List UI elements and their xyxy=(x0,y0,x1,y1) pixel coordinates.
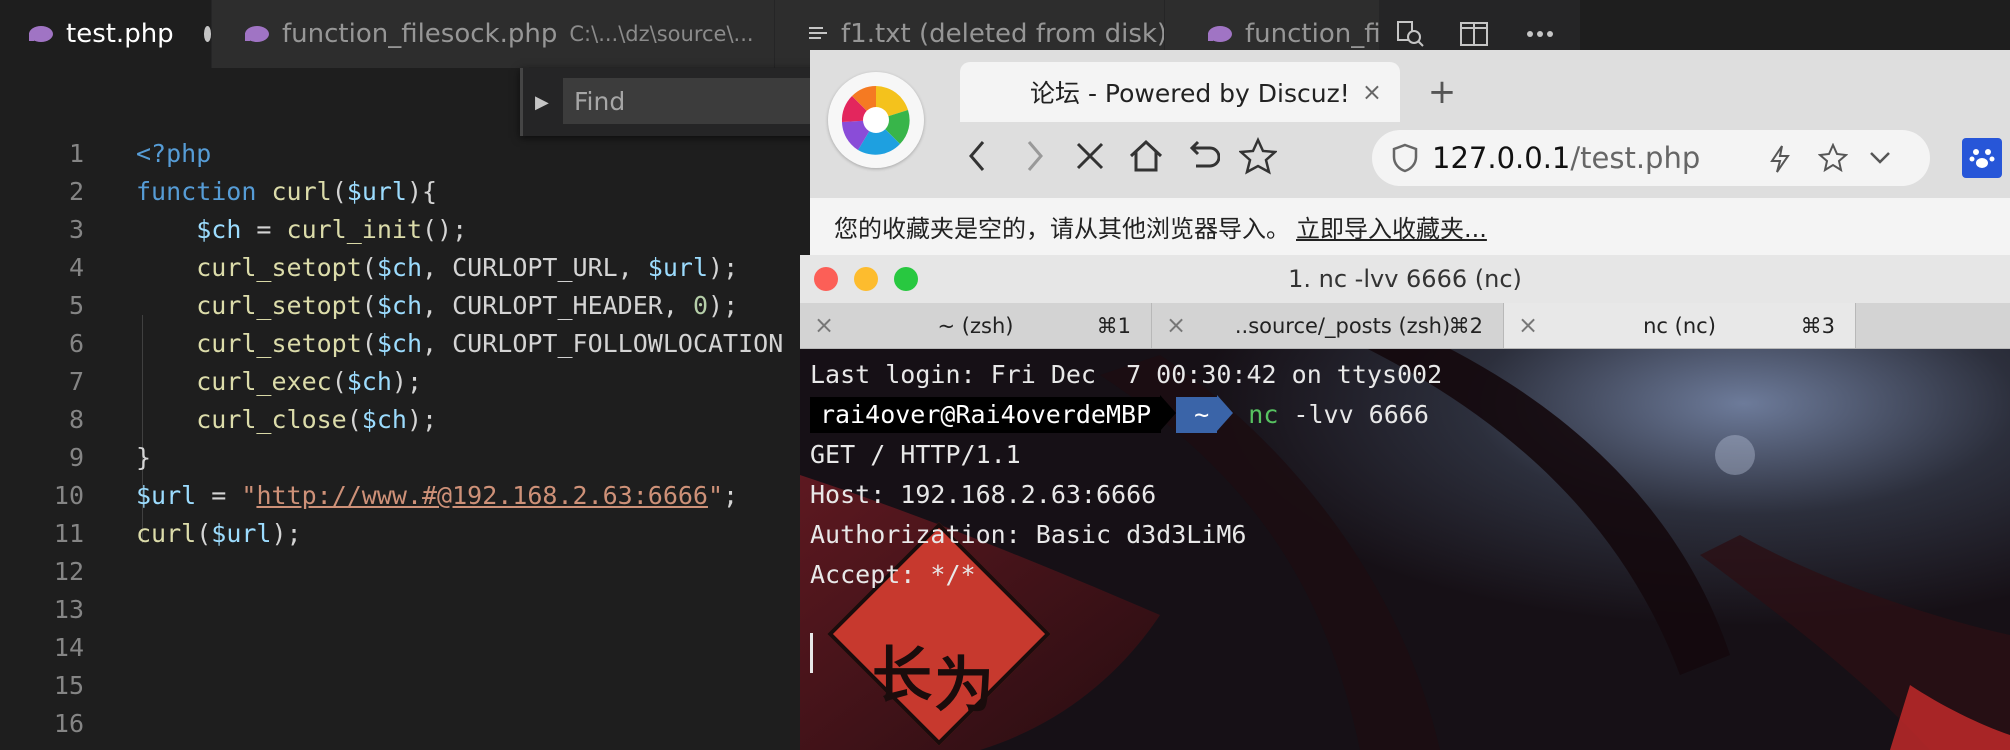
star-icon xyxy=(1239,137,1277,175)
close-tab-icon[interactable]: × xyxy=(1362,78,1382,106)
code-line-12: 12 xyxy=(53,557,84,586)
terminal-tab-nc[interactable]: × nc (nc) ⌘3 xyxy=(1504,303,1856,348)
prompt-separator-icon xyxy=(1160,395,1177,431)
browser-window: 论坛 - Powered by Discuz! × + 127.0.0.1/te… xyxy=(810,50,2010,255)
command-name: nc xyxy=(1248,400,1279,429)
chevron-down-icon[interactable] xyxy=(1868,148,1892,168)
stop-button[interactable] xyxy=(1066,132,1114,180)
code-editor[interactable]: 1 <?php 2 function curl($url){ 3 $ch = cur… xyxy=(0,135,810,750)
bookmark-bar: 您的收藏夹是空的，请从其他浏览器导入。 立即导入收藏夹... xyxy=(810,198,2010,255)
prompt-user-segment: rai4over@Rai4overdeMBP xyxy=(810,397,1162,433)
code-line-1: 1 <?php xyxy=(68,139,212,168)
terminal-prompt-line: rai4over@Rai4overdeMBP ~ nc -lvv 6666 xyxy=(810,395,2000,435)
browser-logo-icon[interactable] xyxy=(828,72,924,168)
address-bar[interactable]: 127.0.0.1/test.php xyxy=(1372,130,1930,186)
forward-button[interactable] xyxy=(1010,132,1058,180)
php-elephant-icon xyxy=(245,26,269,42)
code-line-7: 7 curl_exec($ch); xyxy=(68,367,423,396)
code-line-9: 9} xyxy=(68,443,152,472)
empty-bookmarks-message: 您的收藏夹是空的，请从其他浏览器导入。 xyxy=(834,215,1290,243)
undo-close-button[interactable] xyxy=(1178,132,1226,180)
terminal-title: 1. nc -lvv 6666 (nc) xyxy=(1288,265,1522,293)
split-editor-button[interactable] xyxy=(1454,14,1494,54)
unsaved-dot-icon[interactable] xyxy=(203,26,211,42)
open-changes-button[interactable] xyxy=(1390,14,1430,54)
tab-label: test.php xyxy=(66,19,174,49)
favorite-star-button[interactable] xyxy=(1234,132,1282,180)
text-file-icon xyxy=(809,27,827,39)
tab-label: function_file xyxy=(1245,19,1380,49)
back-arrow-icon xyxy=(969,141,985,171)
code-line-5: 5 curl_setopt($ch, CURLOPT_HEADER, 0); xyxy=(68,291,739,320)
undo-icon xyxy=(1189,140,1220,168)
home-button[interactable] xyxy=(1122,132,1170,180)
home-icon xyxy=(1129,139,1163,172)
tab-label: function_filesock.php xyxy=(282,19,558,49)
ellipsis-icon xyxy=(1527,31,1553,37)
php-elephant-icon xyxy=(29,26,53,42)
terminal-window[interactable]: 长 为 1. nc -lvv 6666 (nc) × ~ (zsh) ⌘1 × … xyxy=(800,255,2010,750)
code-line-13: 13 xyxy=(53,595,84,624)
split-editor-icon xyxy=(1460,22,1488,46)
tab-label: f1.txt (deleted from disk) xyxy=(841,19,1165,49)
code-line-14: 14 xyxy=(53,633,84,662)
terminal-last-login: Last login: Fri Dec 7 00:30:42 on ttys00… xyxy=(810,360,1443,389)
code-line-10: 10 $url = "http://www.#@192.168.2.63:6666… xyxy=(53,481,739,510)
command-args: -lvv 6666 xyxy=(1278,400,1429,429)
lightning-icon[interactable] xyxy=(1768,144,1792,174)
toggle-replace-chevron-icon[interactable]: ▶ xyxy=(535,92,549,113)
code-line-2: 2 function curl($url){ xyxy=(68,177,438,206)
address-path: /test.php xyxy=(1570,141,1701,175)
terminal-output-line: Authorization: Basic d3d3LiM6 xyxy=(810,520,1247,549)
shield-icon xyxy=(1392,143,1418,173)
more-actions-button[interactable] xyxy=(1520,14,1560,54)
back-button[interactable] xyxy=(954,132,1002,180)
prompt-dir-segment: ~ xyxy=(1176,397,1218,433)
address-host: 127.0.0.1 xyxy=(1432,141,1571,175)
paw-extension-icon[interactable] xyxy=(1962,138,2002,178)
terminal-tab-posts[interactable]: × ..source/_posts (zsh) ⌘2 xyxy=(1152,303,1504,348)
search-compare-icon xyxy=(1397,21,1424,47)
tab-test-php[interactable]: test.php xyxy=(0,0,212,68)
url-string-link[interactable]: http://www.#@192.168.2.63:6666 xyxy=(256,481,708,510)
browser-tab-title: 论坛 - Powered by Discuz! xyxy=(1030,79,1350,108)
colorful-swirl-icon xyxy=(841,86,910,155)
browser-tab-discuz[interactable]: 论坛 - Powered by Discuz! × xyxy=(960,62,1400,122)
new-tab-button[interactable]: + xyxy=(1420,70,1464,114)
terminal-output-line: GET / HTTP/1.1 xyxy=(810,440,1021,469)
paw-icon xyxy=(1969,149,1995,168)
terminal-cursor xyxy=(810,633,813,673)
code-line-6: 6 curl_setopt($ch, CURLOPT_FOLLOWLOCATIO… xyxy=(68,329,784,358)
bookmark-star-icon[interactable] xyxy=(1818,143,1848,173)
prompt-separator-icon xyxy=(1217,395,1234,431)
find-widget: ▶ xyxy=(520,68,833,136)
import-bookmarks-link[interactable]: 立即导入收藏夹... xyxy=(1296,209,1487,244)
terminal-output-line: Accept: */* xyxy=(810,560,976,589)
terminal-output-line: Host: 192.168.2.63:6666 xyxy=(810,480,1157,509)
code-line-16: 16 xyxy=(53,709,84,738)
find-input[interactable] xyxy=(563,78,833,124)
code-line-11: 11 curl($url); xyxy=(53,519,302,548)
code-line-8: 8 curl_close($ch); xyxy=(68,405,438,434)
diamond-sign-char-1: 长 xyxy=(872,641,932,711)
code-line-15: 15 xyxy=(53,671,84,700)
tab-path: C:\...\dz\source\... xyxy=(569,22,754,46)
php-elephant-icon xyxy=(1208,26,1232,42)
diamond-sign-char-2: 为 xyxy=(934,651,994,721)
terminal-tab-bar: × ~ (zsh) ⌘1 × ..source/_posts (zsh) ⌘2 … xyxy=(800,303,2010,349)
code-line-4: 4 curl_setopt($ch, CURLOPT_URL, $url); xyxy=(68,253,739,282)
terminal-output: Last login: Fri Dec 7 00:30:42 on ttys00… xyxy=(810,355,2000,595)
terminal-title-bar: 1. nc -lvv 6666 (nc) xyxy=(800,255,2010,304)
code-line-3: 3 $ch = curl_init(); xyxy=(68,215,468,244)
stop-x-icon xyxy=(1076,142,1104,170)
forward-arrow-icon xyxy=(1027,141,1043,171)
tab-function-filesock-php[interactable]: function_filesock.php C:\...\dz\source\.… xyxy=(212,0,775,68)
terminal-tab-zsh[interactable]: × ~ (zsh) ⌘1 xyxy=(800,303,1152,348)
